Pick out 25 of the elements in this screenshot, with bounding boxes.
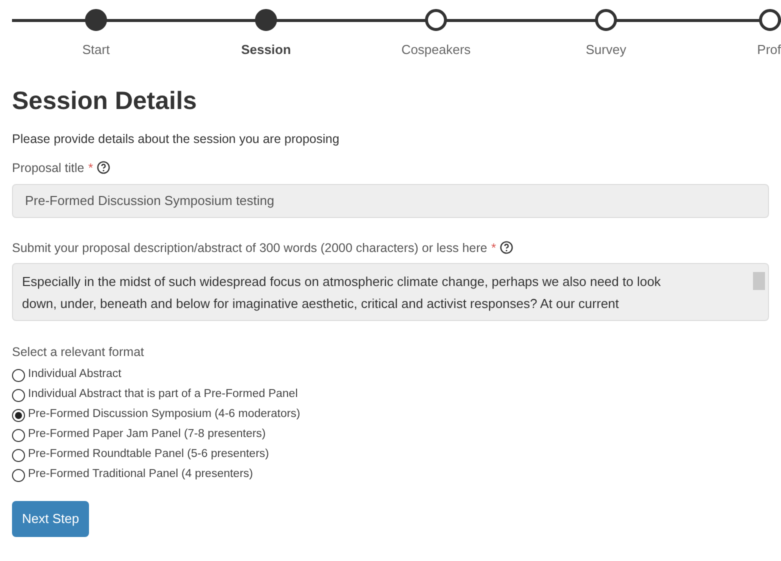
abstract-field[interactable]: Especially in the midst of such widespread focus on atmospheric climate change, perhaps we also need to look down, under, beneath and below for imaginative aesthetic, critical and activist responses? At our current	[12, 263, 769, 322]
step-label: Prof	[757, 41, 781, 59]
required-mark: *	[491, 240, 496, 254]
scrollbar[interactable]	[753, 272, 765, 290]
step-label: Survey	[586, 41, 626, 59]
title-field[interactable]: Pre-Formed Discussion Symposium testing	[12, 184, 769, 218]
required-mark: *	[88, 160, 94, 175]
help-icon[interactable]	[500, 240, 514, 254]
format-label: Select a relevant format	[12, 344, 146, 362]
format-radio[interactable]: Individual Abstract that is part of a Pre-Formed Panel	[12, 385, 769, 405]
format-radio[interactable]: Pre-Formed Paper Jam Panel (7-8 presenters)	[12, 425, 769, 445]
next-step-button[interactable]: Next Step	[12, 501, 90, 537]
format-radio[interactable]: Pre-Formed Discussion Symposium (4-6 moderators)	[12, 405, 769, 425]
field-label: Proposal title	[12, 160, 84, 175]
page-heading: Session Details	[12, 86, 198, 117]
step-label: Cospeakers	[401, 41, 471, 59]
intro-text: Please provide details about the session you are proposing	[12, 131, 340, 148]
step-label: Start	[82, 41, 110, 59]
field-label: Submit your proposal description/abstract of 300 words (2000 characters) or less here	[12, 240, 488, 254]
format-radio[interactable]: Individual Abstract	[12, 365, 769, 385]
format-radio[interactable]: Pre-Formed Roundtable Panel (5-6 presenters)	[12, 445, 769, 465]
help-icon[interactable]	[97, 160, 110, 174]
radio-circle[interactable]	[12, 408, 25, 422]
format-radio[interactable]: Pre-Formed Traditional Panel (4 presenters)	[12, 465, 769, 485]
step-label: Session	[241, 41, 291, 59]
